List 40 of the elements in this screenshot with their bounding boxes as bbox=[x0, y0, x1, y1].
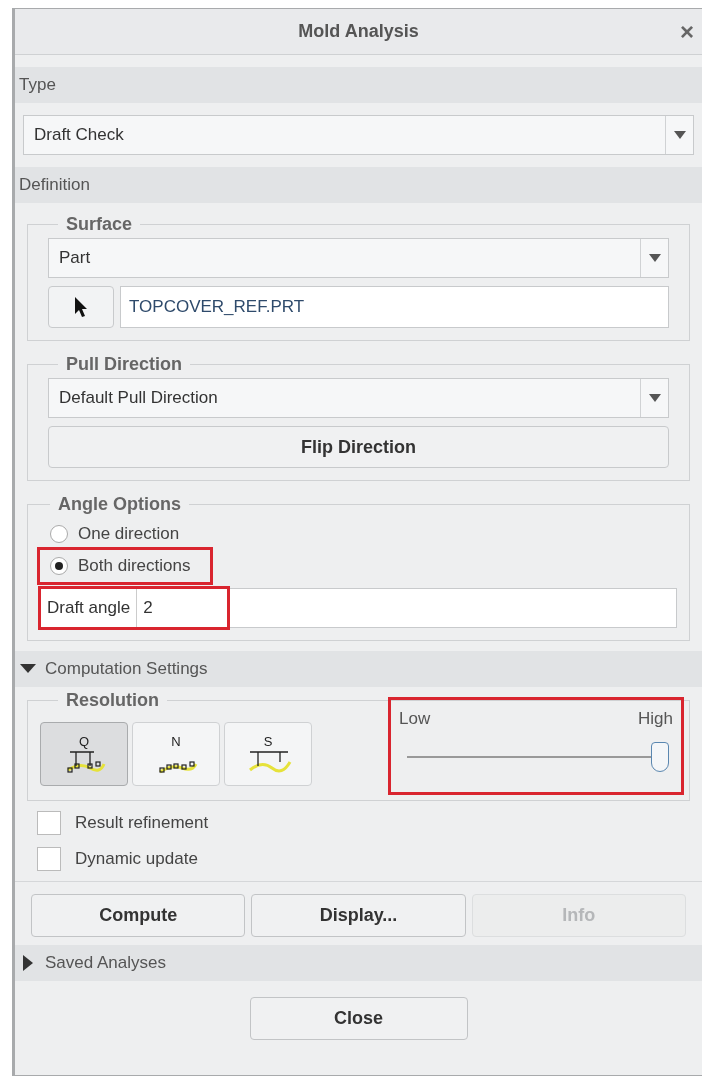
section-title: Saved Analyses bbox=[45, 952, 166, 975]
action-button[interactable]: Display... bbox=[251, 894, 466, 937]
section-header[interactable]: Computation Settings bbox=[15, 651, 702, 687]
slider-label: High bbox=[638, 708, 673, 730]
dropdown-value: Part bbox=[58, 247, 92, 270]
window-title: Mold Analysis bbox=[298, 20, 419, 43]
group-legend: Surface bbox=[58, 211, 141, 238]
dropdown-arrow-icon[interactable] bbox=[648, 394, 661, 402]
group-legend: Resolution bbox=[58, 687, 167, 714]
radio-option[interactable]: One direction bbox=[40, 518, 200, 550]
group-legend: Angle Options bbox=[50, 491, 189, 518]
select-button[interactable] bbox=[48, 286, 114, 328]
dropdown-arrow-icon[interactable] bbox=[673, 131, 686, 139]
close-button[interactable]: × bbox=[680, 13, 694, 50]
checkbox-option[interactable]: Dynamic update bbox=[37, 841, 198, 877]
group-legend: Pull Direction bbox=[58, 351, 190, 378]
slider-label: Low bbox=[399, 708, 431, 730]
draft-angle-field[interactable]: Draft angle 2 bbox=[40, 588, 677, 628]
flip-direction-button[interactable]: Flip Direction bbox=[48, 426, 669, 468]
close-dialog-button[interactable]: Close bbox=[249, 997, 468, 1040]
reference-field[interactable]: TOPCOVER_REF.PRT bbox=[120, 286, 669, 328]
dropdown-arrow-icon[interactable] bbox=[648, 254, 661, 262]
dropdown[interactable]: Part bbox=[48, 238, 669, 278]
section-title: Computation Settings bbox=[45, 658, 208, 681]
pointer-icon bbox=[73, 296, 89, 318]
dropdown-value: Default Pull Direction bbox=[58, 387, 219, 410]
action-button[interactable]: Compute bbox=[31, 894, 246, 937]
slider-thumb[interactable] bbox=[651, 741, 669, 772]
resolution-mode-button[interactable]: S bbox=[224, 722, 312, 786]
dropdown[interactable]: Draft Check bbox=[23, 115, 694, 155]
section-title: Type bbox=[19, 74, 56, 97]
section-title: Definition bbox=[19, 174, 90, 197]
checkbox-option[interactable]: Result refinement bbox=[37, 805, 209, 841]
radio-option[interactable]: Both directions bbox=[40, 550, 211, 582]
resolution-mode-button[interactable]: Q bbox=[40, 722, 128, 786]
dropdown[interactable]: Default Pull Direction bbox=[48, 378, 669, 418]
dropdown-value: Draft Check bbox=[33, 124, 125, 147]
resolution-slider[interactable]: Low High bbox=[391, 700, 681, 792]
section-header[interactable]: Saved Analyses bbox=[15, 945, 702, 981]
resolution-mode-button[interactable]: N bbox=[132, 722, 220, 786]
